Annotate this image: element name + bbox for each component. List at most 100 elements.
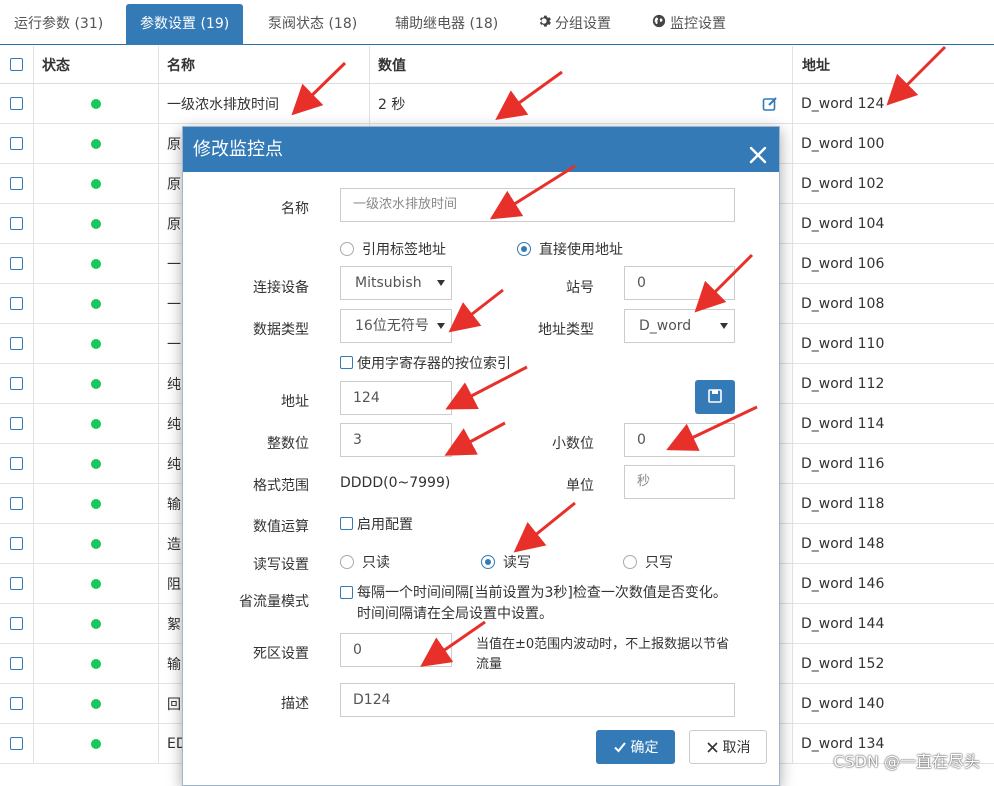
- calc-label: 数值运算: [253, 519, 309, 535]
- row-checkbox[interactable]: [10, 617, 23, 630]
- tab-monitor-settings[interactable]: 监控设置: [638, 4, 740, 45]
- row-address: D_word 116: [801, 455, 885, 472]
- tab-param-settings[interactable]: 参数设置 (19): [126, 4, 244, 45]
- status-online-indicator: [91, 178, 101, 189]
- table-header-row: 状态 名称 数值 地址: [0, 46, 994, 84]
- save-button[interactable]: [695, 380, 735, 414]
- header-name: 名称: [159, 46, 370, 83]
- status-online-indicator: [91, 698, 101, 709]
- device-label: 连接设备: [253, 280, 309, 296]
- status-online-indicator: [91, 378, 101, 389]
- row-address: D_word 124: [801, 95, 885, 112]
- table-row[interactable]: 一级浓水排放时间 2 秒 D_word 124: [0, 84, 994, 124]
- row-checkbox[interactable]: [10, 417, 23, 430]
- flow-save-checkbox[interactable]: 每隔一个时间间隔[当前设置为3秒]检查一次数值是否变化。时间间隔请在全局设置中设…: [340, 583, 735, 625]
- row-checkbox[interactable]: [10, 217, 23, 230]
- datatype-select[interactable]: 16位无符号: [340, 309, 452, 343]
- name-input[interactable]: 一级浓水排放时间: [340, 188, 735, 222]
- unit-input[interactable]: 秒: [624, 465, 735, 499]
- row-checkbox[interactable]: [10, 177, 23, 190]
- integer-digits-label: 整数位: [267, 436, 309, 452]
- header-status: 状态: [34, 46, 159, 83]
- row-address: D_word 148: [801, 535, 885, 552]
- radio-direct-address[interactable]: 直接使用地址: [517, 239, 623, 259]
- status-online-indicator: [91, 658, 101, 669]
- radio-read-write[interactable]: 读写: [481, 552, 531, 572]
- radio-read-only[interactable]: 只读: [340, 552, 390, 572]
- row-checkbox[interactable]: [10, 537, 23, 550]
- row-address: D_word 118: [801, 495, 885, 512]
- row-checkbox[interactable]: [10, 737, 23, 750]
- globe-icon: [652, 4, 666, 45]
- deadband-input[interactable]: 0: [340, 633, 452, 667]
- status-online-indicator: [91, 538, 101, 549]
- device-select[interactable]: Mitsubish: [340, 266, 452, 300]
- row-checkbox[interactable]: [10, 377, 23, 390]
- gear-icon: [537, 4, 551, 45]
- close-icon[interactable]: [747, 138, 769, 164]
- deadband-label: 死区设置: [253, 646, 309, 662]
- row-checkbox[interactable]: [10, 337, 23, 350]
- dialog-title: 修改监控点: [183, 127, 779, 172]
- tab-run-params[interactable]: 运行参数 (31): [0, 4, 117, 45]
- status-online-indicator: [91, 498, 101, 509]
- tab-group-settings[interactable]: 分组设置: [523, 4, 625, 45]
- chevron-down-icon: [720, 323, 728, 329]
- tab-aux-relay[interactable]: 辅助继电器 (18): [381, 4, 512, 45]
- unit-label: 单位: [566, 478, 594, 494]
- edit-icon[interactable]: [762, 96, 778, 112]
- row-checkbox[interactable]: [10, 137, 23, 150]
- format-range-value: DDDD(0~7999): [340, 475, 451, 491]
- header-address: 地址: [802, 57, 830, 74]
- row-checkbox[interactable]: [10, 257, 23, 270]
- tab-pump-valve-status[interactable]: 泵阀状态 (18): [254, 4, 371, 45]
- radio-tag-address[interactable]: 引用标签地址: [340, 239, 446, 259]
- status-online-indicator: [91, 218, 101, 229]
- status-online-indicator: [91, 298, 101, 309]
- row-name: 一级浓水排放时间: [159, 84, 370, 123]
- row-address: D_word 108: [801, 295, 885, 312]
- row-address: D_word 112: [801, 375, 885, 392]
- rw-label: 读写设置: [253, 557, 309, 573]
- row-address: D_word 102: [801, 175, 885, 192]
- row-checkbox[interactable]: [10, 457, 23, 470]
- header-value: 数值: [370, 46, 793, 83]
- row-checkbox[interactable]: [10, 97, 23, 110]
- select-all-checkbox[interactable]: [10, 58, 23, 71]
- status-online-indicator: [91, 458, 101, 469]
- row-checkbox[interactable]: [10, 497, 23, 510]
- station-input[interactable]: 0: [624, 266, 735, 300]
- status-online-indicator: [91, 618, 101, 629]
- row-checkbox[interactable]: [10, 577, 23, 590]
- row-checkbox[interactable]: [10, 297, 23, 310]
- decimal-digits-input[interactable]: 0: [624, 423, 735, 457]
- row-address: D_word 106: [801, 255, 885, 272]
- status-online-indicator: [91, 578, 101, 589]
- address-label: 地址: [281, 394, 309, 410]
- format-range-label: 格式范围: [253, 478, 309, 494]
- confirm-button[interactable]: 确定: [596, 730, 675, 764]
- description-input[interactable]: D124: [340, 683, 735, 717]
- address-input[interactable]: 124: [340, 381, 452, 415]
- station-label: 站号: [566, 280, 594, 296]
- bit-index-checkbox[interactable]: 使用字寄存器的按位索引: [340, 353, 511, 373]
- row-address: D_word 140: [801, 695, 885, 712]
- deadband-description: 当值在±0范围内波动时，不上报数据以节省流量: [476, 637, 730, 672]
- flow-save-label: 省流量模式: [239, 594, 309, 610]
- row-checkbox[interactable]: [10, 657, 23, 670]
- check-icon: [613, 742, 626, 753]
- radio-write-only[interactable]: 只写: [623, 552, 673, 572]
- integer-digits-input[interactable]: 3: [340, 423, 452, 457]
- status-online-indicator: [91, 738, 101, 749]
- cancel-button[interactable]: 取消: [689, 730, 767, 764]
- row-checkbox[interactable]: [10, 697, 23, 710]
- calc-enable-checkbox[interactable]: 启用配置: [340, 514, 413, 534]
- chevron-down-icon: [437, 280, 445, 286]
- status-online-indicator: [91, 338, 101, 349]
- edit-monitor-point-dialog: 修改监控点 名称 一级浓水排放时间 引用标签地址 直接使用地址 连接设备 Mit…: [182, 126, 780, 786]
- description-label: 描述: [281, 696, 309, 712]
- row-value: 2 秒: [370, 84, 793, 123]
- row-address: D_word 104: [801, 215, 885, 232]
- addrtype-select[interactable]: D_word: [624, 309, 735, 343]
- addrtype-label: 地址类型: [538, 322, 594, 338]
